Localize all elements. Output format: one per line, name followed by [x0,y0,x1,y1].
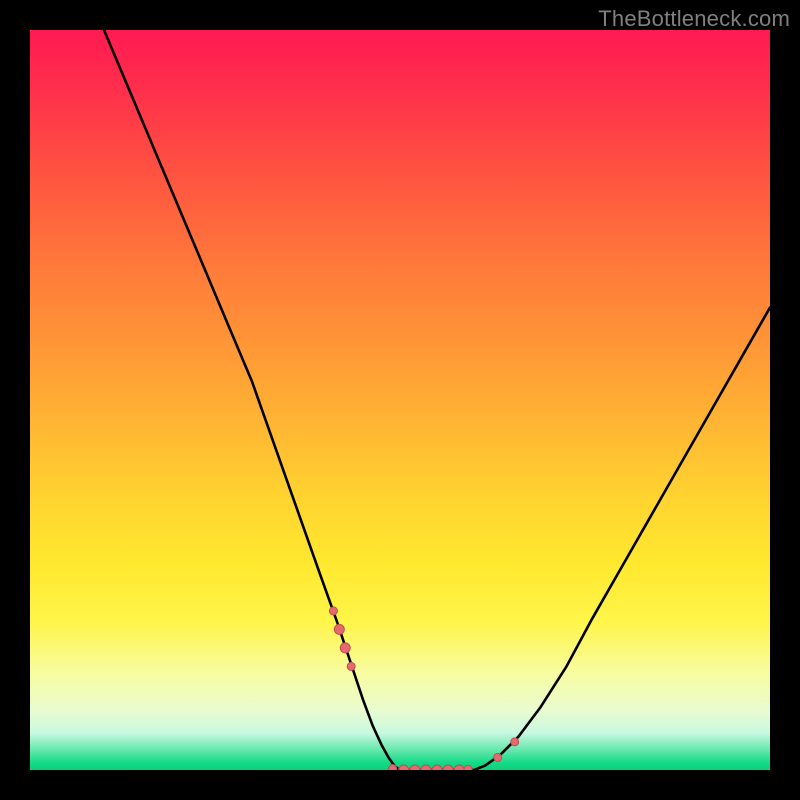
curve-marker [454,765,464,770]
bottleneck-curve-path [104,30,770,770]
curve-marker [464,765,472,770]
curve-marker [494,753,502,761]
chart-frame: TheBottleneck.com [0,0,800,800]
curve-marker [399,765,409,770]
attribution-text: TheBottleneck.com [598,6,790,32]
curve-marker [334,624,344,634]
curves-svg [30,30,770,770]
curve-marker [389,765,397,770]
bottleneck-curve [104,30,770,770]
curve-marker [347,662,355,670]
curve-marker [340,643,350,653]
curve-marker [511,738,519,746]
curve-marker [410,765,420,770]
curve-markers [329,607,518,770]
curve-marker [421,765,431,770]
plot-area [30,30,770,770]
curve-marker [443,765,453,770]
curve-marker [329,607,337,615]
curve-marker [432,765,442,770]
